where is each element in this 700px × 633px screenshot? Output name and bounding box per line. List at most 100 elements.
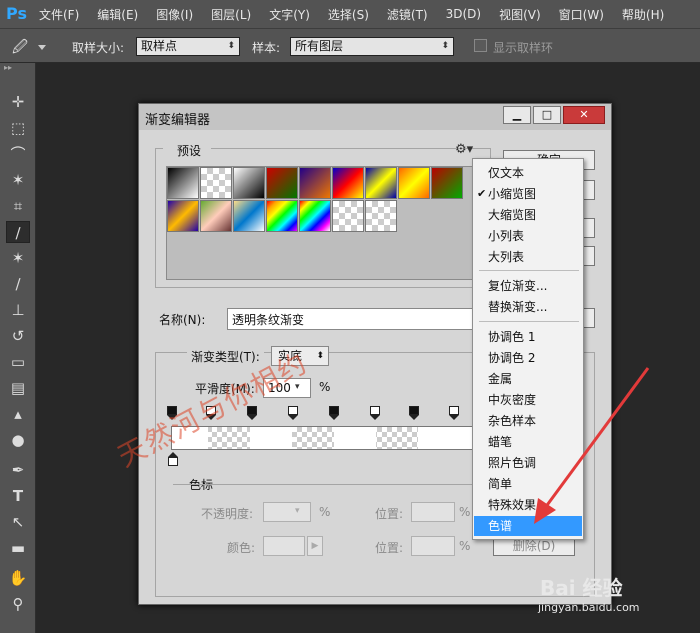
tool-preset-chevron-icon[interactable]	[38, 45, 46, 50]
gradient-swatch[interactable]	[266, 200, 298, 232]
opacity-stop[interactable]	[449, 406, 459, 420]
menu-item-replace-gradients[interactable]: 替换渐变...	[474, 297, 582, 317]
gradient-preview-bar[interactable]	[171, 426, 473, 450]
minimize-icon[interactable]: ▁	[503, 106, 531, 124]
baidu-jingyan-logo: Bai 经验	[540, 576, 623, 600]
gradient-swatch[interactable]	[431, 167, 463, 199]
hand-icon[interactable]: ✋	[6, 567, 30, 589]
brush-icon[interactable]: ∕	[6, 273, 30, 295]
menu-item-label: 替换渐变...	[488, 300, 548, 314]
presets-label: 预设	[163, 142, 212, 159]
menu-window[interactable]: 窗口(W)	[550, 6, 613, 23]
sample-size-value: 取样点	[141, 39, 178, 53]
maximize-icon[interactable]: □	[533, 106, 561, 124]
collapse-icon[interactable]: ▸▸	[4, 63, 12, 72]
pen-icon[interactable]: ✒	[6, 459, 30, 481]
gradient-swatch[interactable]	[233, 167, 265, 199]
menu-item-small-thumbnail[interactable]: ✔ 小缩览图	[474, 184, 582, 204]
menu-separator	[479, 270, 579, 271]
menu-item-small-list[interactable]: 小列表	[474, 226, 582, 246]
rectangle-icon[interactable]: ▬	[6, 537, 30, 559]
opacity-label: 不透明度:	[201, 507, 254, 521]
move-icon[interactable]: ✛	[6, 91, 30, 113]
eraser-icon[interactable]: ▭	[6, 351, 30, 373]
zoom-icon[interactable]: ⚲	[6, 593, 30, 615]
opacity-stop[interactable]	[409, 406, 419, 420]
gradient-swatch[interactable]	[299, 167, 331, 199]
name-input[interactable]: 透明条纹渐变	[227, 308, 473, 330]
opacity-stop[interactable]	[370, 406, 380, 420]
blur-icon[interactable]: ▴	[6, 403, 30, 425]
gradient-swatch[interactable]	[200, 167, 232, 199]
menu-item-reset-gradients[interactable]: 复位渐变...	[474, 276, 582, 296]
color-location-label: 位置:	[375, 541, 404, 555]
color-swatch[interactable]	[263, 536, 305, 556]
opacity-location-input[interactable]	[411, 502, 455, 522]
name-label: 名称(N):	[159, 313, 206, 327]
dialog-title: 渐变编辑器	[145, 113, 211, 128]
sample-value: 所有图层	[295, 39, 344, 53]
menu-help[interactable]: 帮助(H)	[613, 6, 673, 23]
gradient-icon[interactable]: ▤	[6, 377, 30, 399]
clone-stamp-icon[interactable]: ⊥	[6, 299, 30, 321]
gear-icon[interactable]: ⚙▾	[455, 142, 473, 157]
menu-layer[interactable]: 图层(L)	[202, 6, 260, 23]
marquee-icon[interactable]: ⬚	[6, 117, 30, 139]
color-stop[interactable]	[168, 452, 178, 466]
menubar: Ps 文件(F) 编辑(E) 图像(I) 图层(L) 文字(Y) 选择(S) 滤…	[0, 0, 700, 28]
menu-edit[interactable]: 编辑(E)	[88, 6, 147, 23]
gradient-swatch[interactable]	[200, 200, 232, 232]
gradient-swatch[interactable]	[332, 200, 364, 232]
opacity-stop[interactable]	[329, 406, 339, 420]
opacity-stop[interactable]	[288, 406, 298, 420]
close-icon[interactable]: ✕	[563, 106, 605, 124]
menu-file[interactable]: 文件(F)	[30, 6, 88, 23]
menu-filter[interactable]: 滤镜(T)	[378, 6, 437, 23]
menu-item-text-only[interactable]: 仅文本	[474, 163, 582, 183]
menu-item-harmonies-1[interactable]: 协调色 1	[474, 327, 582, 347]
eyedropper-icon[interactable]: ∕	[6, 221, 30, 243]
menu-view[interactable]: 视图(V)	[490, 6, 550, 23]
opacity-location-label: 位置:	[375, 507, 404, 521]
menu-item-large-list[interactable]: 大列表	[474, 247, 582, 267]
chevron-down-icon[interactable]: ▾	[295, 506, 300, 516]
sample-size-label: 取样大小:	[72, 41, 125, 55]
gradient-swatch[interactable]	[365, 200, 397, 232]
menu-type[interactable]: 文字(Y)	[260, 6, 319, 23]
menu-3d[interactable]: 3D(D)	[437, 7, 490, 21]
color-label: 颜色:	[227, 541, 256, 555]
healing-brush-icon[interactable]: ✶	[6, 247, 30, 269]
gradient-swatch[interactable]	[332, 167, 364, 199]
path-selection-icon[interactable]: ↖	[6, 511, 30, 533]
lasso-icon[interactable]: ⌒	[6, 143, 30, 165]
color-location-input[interactable]	[411, 536, 455, 556]
gradient-swatch[interactable]	[233, 200, 265, 232]
sample-label: 样本:	[252, 41, 281, 55]
gradient-swatch[interactable]	[266, 167, 298, 199]
menu-item-large-thumbnail[interactable]: 大缩览图	[474, 205, 582, 225]
color-location-unit: %	[459, 539, 471, 553]
gradient-swatch[interactable]	[398, 167, 430, 199]
baidu-url: jingyan.baidu.com	[538, 601, 640, 614]
updown-arrow-icon: ⬍	[441, 41, 449, 51]
chevron-right-icon[interactable]: ▶	[307, 536, 323, 556]
sample-size-select[interactable]: 取样点 ⬍	[136, 37, 240, 56]
menu-select[interactable]: 选择(S)	[319, 6, 378, 23]
gradient-swatch[interactable]	[167, 200, 199, 232]
eyedropper-icon[interactable]: 🖉	[12, 37, 28, 62]
type-icon[interactable]: T	[6, 485, 30, 507]
magic-wand-icon[interactable]: ✶	[6, 169, 30, 191]
gradient-swatch[interactable]	[167, 167, 199, 199]
updown-arrow-icon: ⬍	[316, 351, 324, 361]
gradient-swatch[interactable]	[365, 167, 397, 199]
menu-item-label: 小列表	[488, 229, 525, 243]
menu-item-label: 仅文本	[488, 166, 525, 180]
history-brush-icon[interactable]: ↺	[6, 325, 30, 347]
menu-image[interactable]: 图像(I)	[147, 6, 202, 23]
opacity-input[interactable]	[263, 502, 311, 522]
sample-select[interactable]: 所有图层 ⬍	[290, 37, 454, 56]
dodge-icon[interactable]: ●	[6, 429, 30, 451]
gradient-swatch[interactable]	[299, 200, 331, 232]
show-ring-checkbox[interactable]	[474, 39, 487, 52]
crop-icon[interactable]: ⌗	[6, 195, 30, 217]
